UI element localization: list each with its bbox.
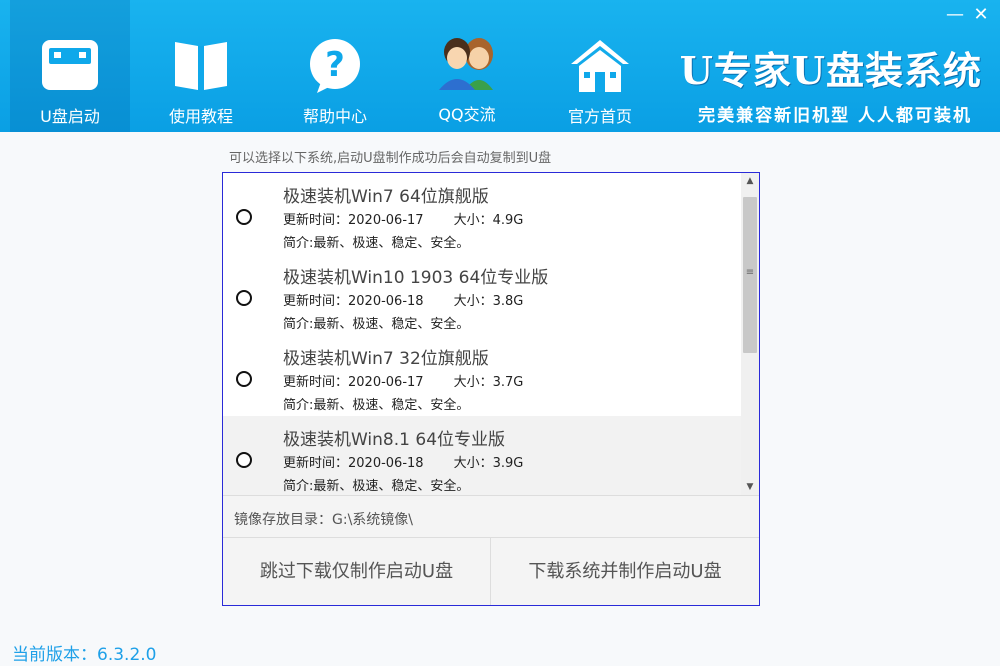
selection-hint: 可以选择以下系统,启动U盘制作成功后会自动复制到U盘 [229,151,552,166]
system-radio[interactable] [236,371,252,387]
image-directory-row: 镜像存放目录：G:\系统镜像\ [223,495,759,537]
system-title: 极速装机Win8.1 64位专业版 [283,430,506,450]
list-item[interactable]: 极速装机Win7 64位旗舰版 更新时间：2020-06-17 大小：4.9G 简… [223,173,741,254]
list-scrollbar[interactable]: ▲ ≡ ▼ [741,173,759,495]
nav-homepage-label: 官方首页 [567,107,632,126]
close-button[interactable]: ✕ [970,4,992,26]
scroll-up-arrow-icon[interactable]: ▲ [741,173,759,189]
system-description: 简介:最新、极速、稳定、安全。 [283,479,470,494]
header-bar: — ✕ U盘启动 使用教程 ? 帮助中心 QQ交流 官方首页 U专家U盘装系统 … [0,0,1000,132]
minimize-button[interactable]: — [944,4,966,26]
version-label: 当前版本：6.3.2.0 [12,645,157,665]
system-meta: 更新时间：2020-06-18 大小：3.9G [283,452,523,471]
nav-homepage[interactable]: 官方首页 [540,0,660,132]
system-meta: 更新时间：2020-06-18 大小：3.8G [283,290,523,309]
usb-drive-icon [42,40,98,90]
system-title: 极速装机Win10 1903 64位专业版 [283,268,549,288]
system-radio[interactable] [236,452,252,468]
download-and-make-button[interactable]: 下载系统并制作启动U盘 [491,538,759,605]
nav-usb-boot[interactable]: U盘启动 [10,0,130,132]
help-bubble-icon: ? [310,39,360,93]
nav-qq-chat[interactable]: QQ交流 [407,0,527,132]
system-size: 大小：3.7G [453,375,524,390]
nav-help[interactable]: ? 帮助中心 [275,0,395,132]
system-size: 大小：3.8G [453,294,524,309]
book-icon [175,42,227,90]
people-icon [439,38,493,90]
list-item[interactable]: 极速装机Win8.1 64位专业版 更新时间：2020-06-18 大小：3.9G… [223,416,741,495]
system-title: 极速装机Win7 32位旗舰版 [283,349,489,369]
svg-text:?: ? [325,45,345,85]
brand-slogan: 完美兼容新旧机型 人人都可装机 [698,106,972,126]
update-time: 更新时间：2020-06-18 [283,456,424,471]
system-description: 简介:最新、极速、稳定、安全。 [283,398,470,413]
skip-download-button[interactable]: 跳过下载仅制作启动U盘 [223,538,491,605]
list-item[interactable]: 极速装机Win7 32位旗舰版 更新时间：2020-06-17 大小：3.7G 简… [223,335,741,416]
system-description: 简介:最新、极速、稳定、安全。 [283,236,470,251]
system-selection-panel: 极速装机Win7 64位旗舰版 更新时间：2020-06-17 大小：4.9G 简… [222,172,760,606]
nav-help-label: 帮助中心 [302,107,367,126]
nav-usb-boot-label: U盘启动 [40,107,100,126]
update-time: 更新时间：2020-06-17 [283,375,424,390]
update-time: 更新时间：2020-06-18 [283,294,424,309]
grip-icon: ≡ [745,267,755,278]
action-bar: 跳过下载仅制作启动U盘 下载系统并制作启动U盘 [223,537,759,605]
update-time: 更新时间：2020-06-17 [283,213,424,228]
brand-title: U专家U盘装系统 [679,48,982,93]
system-meta: 更新时间：2020-06-17 大小：4.9G [283,209,523,228]
system-radio[interactable] [236,290,252,306]
list-item[interactable]: 极速装机Win10 1903 64位专业版 更新时间：2020-06-18 大小：… [223,254,741,335]
home-icon [571,40,629,92]
system-title: 极速装机Win7 64位旗舰版 [283,187,489,207]
nav-qq-chat-label: QQ交流 [438,105,496,124]
system-description: 简介:最新、极速、稳定、安全。 [283,317,470,332]
system-size: 大小：3.9G [453,456,524,471]
system-radio[interactable] [236,209,252,225]
nav-tutorial[interactable]: 使用教程 [141,0,261,132]
system-meta: 更新时间：2020-06-17 大小：3.7G [283,371,523,390]
system-size: 大小：4.9G [453,213,524,228]
system-list: 极速装机Win7 64位旗舰版 更新时间：2020-06-17 大小：4.9G 简… [223,173,741,495]
scroll-down-arrow-icon[interactable]: ▼ [741,479,759,495]
scrollbar-thumb[interactable]: ≡ [743,197,757,353]
image-directory: 镜像存放目录：G:\系统镜像\ [234,512,413,528]
nav-tutorial-label: 使用教程 [168,107,233,126]
